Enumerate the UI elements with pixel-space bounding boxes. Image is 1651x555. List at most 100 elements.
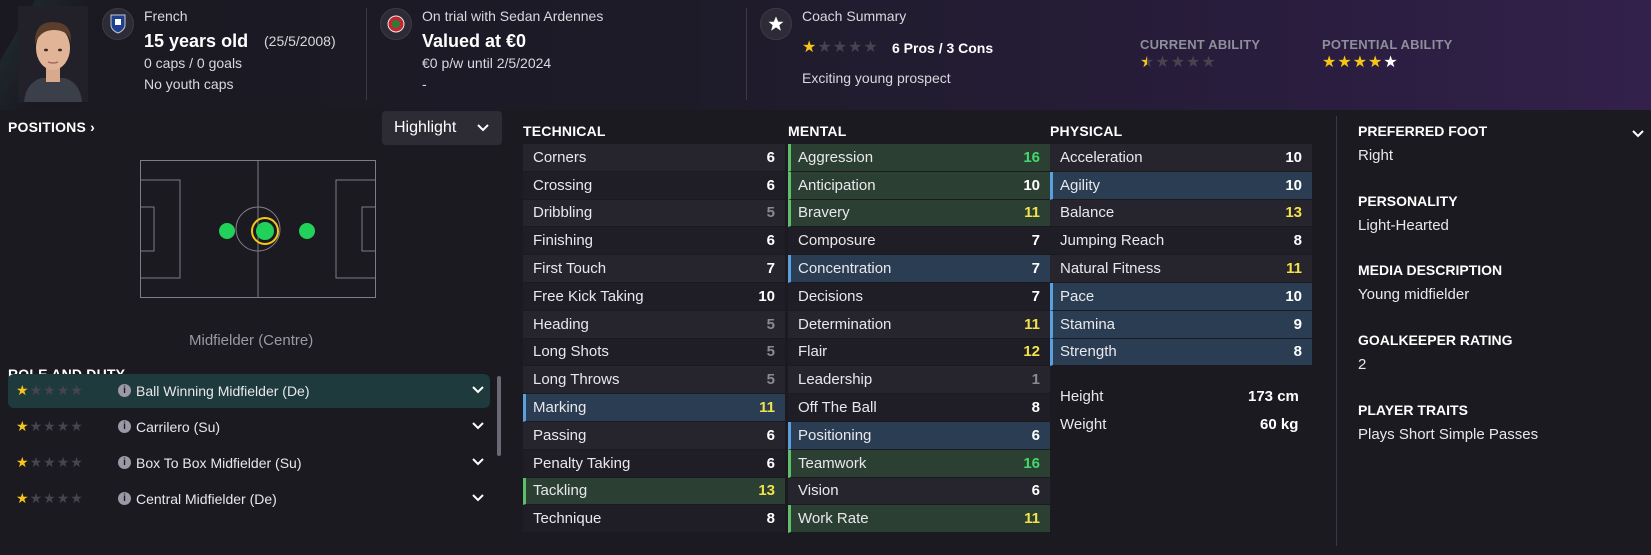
positions-title[interactable]: POSITIONS › [8, 119, 95, 135]
role-list-scrollbar[interactable] [497, 376, 501, 456]
position-dot-mc[interactable] [251, 217, 279, 245]
role-row[interactable]: ★ ★ ★ ★ ★ i Carrilero (Su) [8, 410, 490, 444]
role-name: Carrilero (Su) [136, 419, 221, 435]
star-icon: ★ [16, 454, 29, 470]
attribute-row-teamwork[interactable]: Teamwork 16 [788, 449, 1050, 478]
club-status[interactable]: On trial with Sedan Ardennes [422, 8, 603, 24]
chevron-down-icon[interactable] [470, 418, 486, 434]
player-value: Valued at €0 [422, 31, 527, 51]
attribute-name: Long Shots [533, 343, 609, 361]
info-icon[interactable]: i [118, 384, 131, 397]
attribute-row-marking[interactable]: Marking 11 [523, 394, 785, 422]
star-icon: ★ [1201, 54, 1216, 71]
attribute-row-long-shots[interactable]: Long Shots 5 [523, 338, 785, 367]
role-rating-stars: ★ ★ ★ ★ ★ [16, 491, 83, 505]
role-name: Ball Winning Midfielder (De) [136, 383, 310, 399]
position-dot-dml[interactable] [219, 223, 235, 239]
height-label: Height [1060, 388, 1104, 405]
attribute-row-technique[interactable]: Technique 8 [523, 505, 785, 534]
chevron-right-icon: › [90, 119, 96, 135]
attribute-row-tackling[interactable]: Tackling 13 [523, 477, 785, 506]
attribute-value: 16 [1023, 454, 1040, 472]
attribute-value: 10 [1285, 148, 1302, 166]
attribute-name: Balance [1060, 204, 1115, 222]
mental-title: MENTAL [788, 123, 847, 139]
chevron-down-icon [477, 124, 489, 132]
attribute-row-strength[interactable]: Strength 8 [1050, 338, 1312, 367]
attribute-value: 16 [1023, 148, 1040, 166]
attribute-row-first-touch[interactable]: First Touch 7 [523, 255, 785, 283]
star-icon: ★ [16, 490, 29, 506]
attribute-row-decisions[interactable]: Decisions 7 [788, 282, 1050, 311]
attribute-row-free-kick-taking[interactable]: Free Kick Taking 10 [523, 282, 785, 311]
attribute-row-passing[interactable]: Passing 6 [523, 421, 785, 450]
star-icon: ★ [43, 382, 56, 398]
star-icon: ★ [29, 418, 43, 434]
france-federation-badge-icon[interactable] [102, 8, 134, 40]
role-row[interactable]: ★ ★ ★ ★ ★ i Box To Box Midfielder (Su) [8, 446, 490, 480]
attribute-row-leadership[interactable]: Leadership 1 [788, 366, 1050, 395]
attribute-name: Passing [533, 426, 587, 444]
mental-attributes: Aggression 16 Anticipation 10 Bravery 11 Compo… [788, 144, 1050, 534]
player-avatar[interactable] [18, 6, 88, 102]
attribute-row-determination[interactable]: Determination 11 [788, 310, 1050, 339]
attribute-row-aggression[interactable]: Aggression 16 [788, 144, 1050, 172]
attribute-row-crossing[interactable]: Crossing 6 [523, 171, 785, 200]
attribute-row-composure[interactable]: Composure 7 [788, 227, 1050, 256]
attribute-name: Marking [533, 399, 587, 417]
attribute-row-corners[interactable]: Corners 6 [523, 144, 785, 172]
role-rating-stars: ★ ★ ★ ★ ★ [16, 419, 83, 433]
position-dot-amc[interactable] [299, 223, 315, 239]
attribute-row-long-throws[interactable]: Long Throws 5 [523, 366, 785, 395]
attribute-row-penalty-taking[interactable]: Penalty Taking 6 [523, 449, 785, 478]
chevron-down-icon[interactable] [470, 454, 486, 470]
info-icon[interactable]: i [118, 492, 131, 505]
attribute-value: 9 [1293, 315, 1302, 333]
attribute-row-jumping-reach[interactable]: Jumping Reach 8 [1050, 227, 1312, 256]
star-icon: ★ [56, 382, 70, 398]
attribute-row-acceleration[interactable]: Acceleration 10 [1050, 144, 1312, 172]
attribute-row-anticipation[interactable]: Anticipation 10 [788, 171, 1050, 200]
attribute-row-stamina[interactable]: Stamina 9 [1050, 310, 1312, 339]
chevron-down-icon[interactable] [1632, 130, 1644, 139]
attribute-row-dribbling[interactable]: Dribbling 5 [523, 199, 785, 228]
highlight-dropdown[interactable]: Highlight [382, 111, 502, 145]
attribute-value: 11 [1024, 510, 1040, 528]
attribute-name: Leadership [798, 371, 873, 389]
attribute-row-vision[interactable]: Vision 6 [788, 477, 1050, 506]
attribute-row-balance[interactable]: Balance 13 [1050, 199, 1312, 228]
attribute-row-flair[interactable]: Flair 12 [788, 338, 1050, 367]
club-badge-icon[interactable] [380, 8, 412, 40]
info-icon[interactable]: i [118, 420, 131, 433]
physical-title: PHYSICAL [1050, 123, 1123, 139]
attribute-row-concentration[interactable]: Concentration 7 [788, 255, 1050, 283]
chevron-down-icon[interactable] [470, 382, 486, 398]
player-traits-label: PLAYER TRAITS [1358, 402, 1468, 418]
attribute-name: Composure [798, 232, 876, 250]
attribute-name: Corners [533, 148, 587, 166]
pros-cons-link[interactable]: 6 Pros / 3 Cons [892, 40, 993, 56]
attribute-row-positioning[interactable]: Positioning 6 [788, 421, 1050, 450]
info-divider [1336, 116, 1337, 546]
attribute-row-natural-fitness[interactable]: Natural Fitness 11 [1050, 255, 1312, 283]
attribute-value: 11 [1024, 315, 1040, 333]
attribute-name: Jumping Reach [1060, 232, 1165, 250]
chevron-down-icon[interactable] [470, 490, 486, 506]
attribute-row-heading[interactable]: Heading 5 [523, 310, 785, 339]
attribute-name: Tackling [533, 482, 588, 500]
physical-attributes: Acceleration 10 Agility 10 Balance 13 Jumping … [1050, 144, 1312, 367]
attribute-value: 8 [1031, 399, 1040, 417]
attribute-row-pace[interactable]: Pace 10 [1050, 282, 1312, 311]
attribute-row-work-rate[interactable]: Work Rate 11 [788, 505, 1050, 534]
attribute-value: 7 [766, 260, 775, 278]
attribute-row-finishing[interactable]: Finishing 6 [523, 227, 785, 256]
attribute-row-bravery[interactable]: Bravery 11 [788, 199, 1050, 228]
info-icon[interactable]: i [118, 456, 131, 469]
attribute-row-off-the-ball[interactable]: Off The Ball 8 [788, 394, 1050, 422]
role-rating-stars: ★ ★ ★ ★ ★ [16, 455, 83, 469]
star-icon: ★ [832, 39, 848, 56]
star-icon: ★ [29, 454, 43, 470]
attribute-row-agility[interactable]: Agility 10 [1050, 171, 1312, 200]
role-row[interactable]: ★ ★ ★ ★ ★ i Ball Winning Midfielder (De) [8, 374, 490, 408]
role-row[interactable]: ★ ★ ★ ★ ★ i Central Midfielder (De) [8, 482, 490, 516]
